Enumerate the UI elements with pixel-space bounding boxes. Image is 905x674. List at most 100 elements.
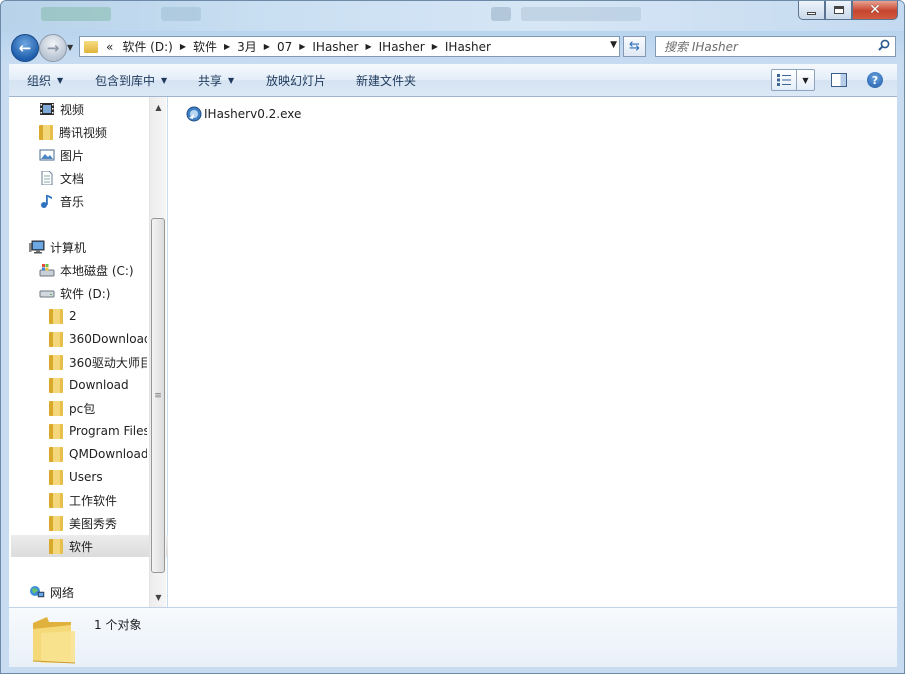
file-list[interactable]: IHasherv0.2.exe bbox=[168, 97, 897, 607]
nav-item[interactable]: 腾讯视频 bbox=[39, 121, 107, 143]
exe-icon bbox=[186, 106, 202, 122]
organize-menu[interactable]: 组织 ▼ bbox=[27, 64, 63, 96]
background-blur bbox=[161, 7, 201, 21]
back-button[interactable]: ← bbox=[11, 34, 39, 62]
title-bar[interactable] bbox=[1, 1, 904, 31]
maximize-icon bbox=[833, 6, 844, 14]
nav-item-label: 网络 bbox=[50, 585, 75, 600]
pictures-library-icon bbox=[39, 149, 55, 161]
share-menu[interactable]: 共享 ▼ bbox=[198, 64, 234, 96]
close-icon: ✕ bbox=[869, 2, 881, 18]
nav-item[interactable]: 工作软件 bbox=[49, 489, 117, 511]
nav-item[interactable]: 音乐 bbox=[39, 190, 84, 212]
address-dropdown-button[interactable]: ▼ bbox=[610, 40, 617, 50]
folder-icon bbox=[49, 423, 63, 439]
slideshow-button[interactable]: 放映幻灯片 bbox=[266, 64, 326, 96]
nav-item-label: 软件 (D:) bbox=[60, 286, 111, 301]
file-name: IHasherv0.2.exe bbox=[204, 107, 302, 121]
scrollbar-thumb[interactable]: ≡ bbox=[151, 218, 165, 573]
help-icon[interactable]: ? bbox=[867, 72, 883, 88]
nav-item-label: QMDownload bbox=[69, 447, 147, 461]
nav-item[interactable]: 计算机 bbox=[29, 236, 86, 258]
view-dropdown-button[interactable]: ▼ bbox=[797, 70, 814, 90]
preview-pane-icon[interactable] bbox=[831, 73, 847, 87]
navigation-scrollbar[interactable]: ▲ ≡ ▼ bbox=[149, 97, 166, 607]
folder-icon bbox=[49, 331, 63, 347]
nav-item[interactable]: 360Downloads bbox=[49, 328, 147, 350]
breadcrumb-item[interactable]: IHasher bbox=[307, 40, 363, 54]
chevron-right-icon[interactable]: ▶ bbox=[178, 42, 188, 51]
chevron-right-icon[interactable]: ▶ bbox=[430, 42, 440, 51]
nav-item[interactable]: Program Files bbox=[49, 420, 147, 442]
view-options-button[interactable]: ▼ bbox=[771, 69, 815, 91]
minimize-button[interactable] bbox=[798, 1, 825, 20]
nav-item[interactable]: 本地磁盘 (C:) bbox=[39, 259, 134, 281]
nav-item[interactable]: 网络 bbox=[29, 581, 74, 603]
nav-item-label: 腾讯视频 bbox=[59, 125, 108, 140]
refresh-icon: ⇆ bbox=[629, 39, 640, 54]
search-input[interactable] bbox=[656, 37, 874, 56]
nav-item-label: 工作软件 bbox=[69, 493, 118, 508]
nav-item-label: 2 bbox=[69, 309, 77, 323]
refresh-button[interactable]: ⇆ bbox=[623, 36, 646, 57]
close-button[interactable]: ✕ bbox=[852, 1, 898, 20]
nav-item-label: 图片 bbox=[60, 148, 85, 163]
chevron-right-icon[interactable]: ▶ bbox=[297, 42, 307, 51]
scroll-up-button[interactable]: ▲ bbox=[150, 99, 167, 116]
new-folder-button[interactable]: 新建文件夹 bbox=[356, 64, 416, 96]
breadcrumb-item[interactable]: IHasher bbox=[374, 40, 430, 54]
background-blur bbox=[521, 7, 641, 21]
item-count: 1 个对象 bbox=[94, 618, 142, 632]
nav-item[interactable]: Users bbox=[49, 466, 103, 488]
folder-icon bbox=[49, 400, 63, 416]
network-icon bbox=[30, 586, 45, 598]
maximize-button[interactable] bbox=[825, 1, 852, 20]
breadcrumb-item[interactable]: 软件 (D:) bbox=[117, 38, 177, 55]
breadcrumb-overflow[interactable]: « bbox=[102, 40, 117, 54]
nav-item[interactable]: QMDownload bbox=[49, 443, 147, 465]
caption-buttons: ✕ bbox=[798, 1, 898, 20]
breadcrumb-item[interactable]: 软件 bbox=[188, 38, 222, 55]
folder-icon bbox=[39, 124, 53, 140]
nav-item-label: 360驱动大师目录 bbox=[69, 355, 147, 370]
address-bar[interactable]: « 软件 (D:) ▶ 软件 ▶ 3月 ▶ 07 ▶ IHasher ▶ IHa… bbox=[79, 36, 620, 57]
nav-item-label: Download bbox=[69, 378, 129, 392]
video-library-icon bbox=[40, 103, 54, 115]
nav-item[interactable]: 2 bbox=[49, 305, 77, 327]
computer-icon bbox=[29, 240, 45, 254]
share-label: 共享 bbox=[198, 73, 223, 88]
folder-icon bbox=[49, 492, 63, 508]
nav-item[interactable]: Download bbox=[49, 374, 129, 396]
nav-item[interactable]: 360驱动大师目录 bbox=[49, 351, 147, 373]
explorer-window: ✕ ← → ▼ « 软件 (D:) ▶ 软件 ▶ 3月 ▶ 07 ▶ IHash… bbox=[0, 0, 905, 674]
arrow-left-icon: ← bbox=[18, 38, 32, 57]
scroll-down-button[interactable]: ▼ bbox=[150, 589, 167, 606]
forward-button[interactable]: → bbox=[39, 34, 67, 62]
include-in-library-menu[interactable]: 包含到库中 ▼ bbox=[95, 64, 167, 96]
search-icon[interactable] bbox=[878, 39, 890, 51]
breadcrumb-item[interactable]: IHasher bbox=[440, 40, 496, 54]
folder-icon bbox=[49, 538, 63, 554]
navigation-pane: 视频腾讯视频图片文档 音乐计算机 本地磁盘 (C:) 软件 (D:) 2 360Downl… bbox=[9, 97, 187, 607]
nav-item-label: Program Files bbox=[69, 424, 147, 438]
organize-label: 组织 bbox=[27, 73, 52, 88]
chevron-right-icon[interactable]: ▶ bbox=[222, 42, 232, 51]
nav-item-label: Users bbox=[69, 470, 103, 484]
nav-item[interactable]: 美图秀秀 bbox=[49, 512, 117, 534]
chevron-down-icon: ▼ bbox=[67, 43, 74, 52]
breadcrumb-item[interactable]: 3月 bbox=[232, 38, 262, 55]
breadcrumb-item[interactable]: 07 bbox=[272, 40, 297, 54]
recent-pages-button[interactable]: ▼ bbox=[67, 43, 77, 53]
nav-item[interactable]: 图片 bbox=[39, 144, 84, 166]
nav-item[interactable]: pc包 bbox=[49, 397, 95, 419]
slideshow-label: 放映幻灯片 bbox=[266, 73, 327, 88]
chevron-right-icon[interactable]: ▶ bbox=[262, 42, 272, 51]
folder-icon bbox=[49, 354, 63, 370]
nav-item[interactable]: 视频 bbox=[39, 98, 84, 120]
nav-item-label: 360Downloads bbox=[69, 332, 147, 346]
file-item[interactable]: IHasherv0.2.exe bbox=[186, 105, 301, 123]
chevron-right-icon[interactable]: ▶ bbox=[363, 42, 373, 51]
nav-item[interactable]: 文档 bbox=[39, 167, 84, 189]
nav-item[interactable]: 软件 (D:) bbox=[39, 282, 110, 304]
change-view-button[interactable] bbox=[772, 70, 797, 90]
